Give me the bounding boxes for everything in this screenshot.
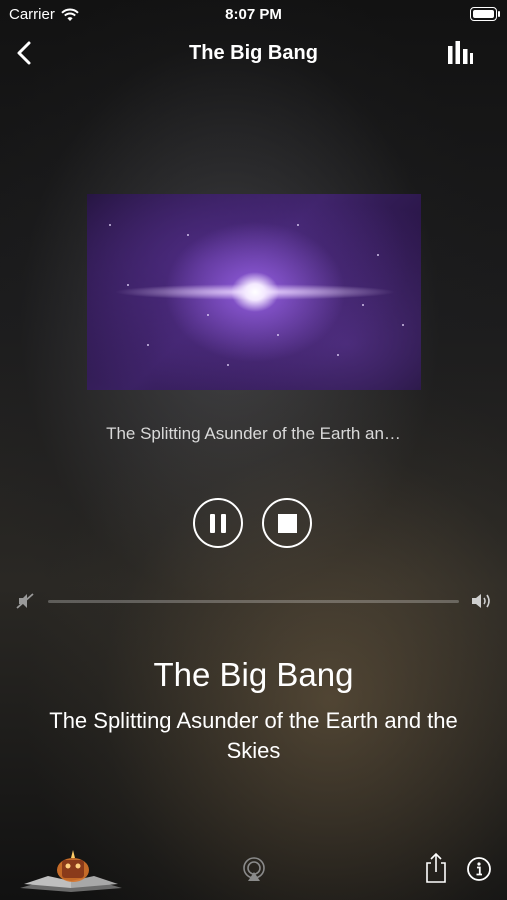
battery-icon bbox=[470, 7, 500, 21]
volume-mute-icon bbox=[16, 593, 34, 609]
volume-max-icon bbox=[472, 594, 490, 608]
info-icon bbox=[467, 857, 491, 881]
status-bar: Carrier 8:07 PM bbox=[0, 0, 507, 28]
airplay-button[interactable] bbox=[241, 856, 267, 882]
album-artwork bbox=[87, 194, 421, 390]
share-button[interactable] bbox=[423, 852, 449, 884]
pause-button[interactable] bbox=[193, 498, 243, 548]
volume-slider[interactable] bbox=[48, 600, 459, 603]
page-title: The Big Bang bbox=[189, 42, 318, 64]
bottom-toolbar bbox=[0, 840, 507, 900]
stop-icon bbox=[278, 514, 297, 533]
track-name-truncated: The Splitting Asunder of the Earth an… bbox=[106, 424, 401, 443]
volume-control bbox=[0, 590, 507, 612]
status-time: 8:07 PM bbox=[225, 6, 282, 23]
nav-bar: The Big Bang bbox=[0, 32, 507, 76]
equalizer-icon bbox=[448, 41, 473, 64]
book-logo bbox=[20, 850, 122, 892]
airplay-icon bbox=[243, 857, 265, 881]
now-playing-subtitle: The Splitting Asunder of the Earth and t… bbox=[49, 708, 458, 763]
share-icon bbox=[426, 852, 446, 883]
now-playing-title: The Big Bang bbox=[153, 656, 354, 693]
stop-button[interactable] bbox=[262, 498, 312, 548]
info-button[interactable] bbox=[466, 856, 492, 882]
equalizer-button[interactable] bbox=[447, 40, 473, 66]
